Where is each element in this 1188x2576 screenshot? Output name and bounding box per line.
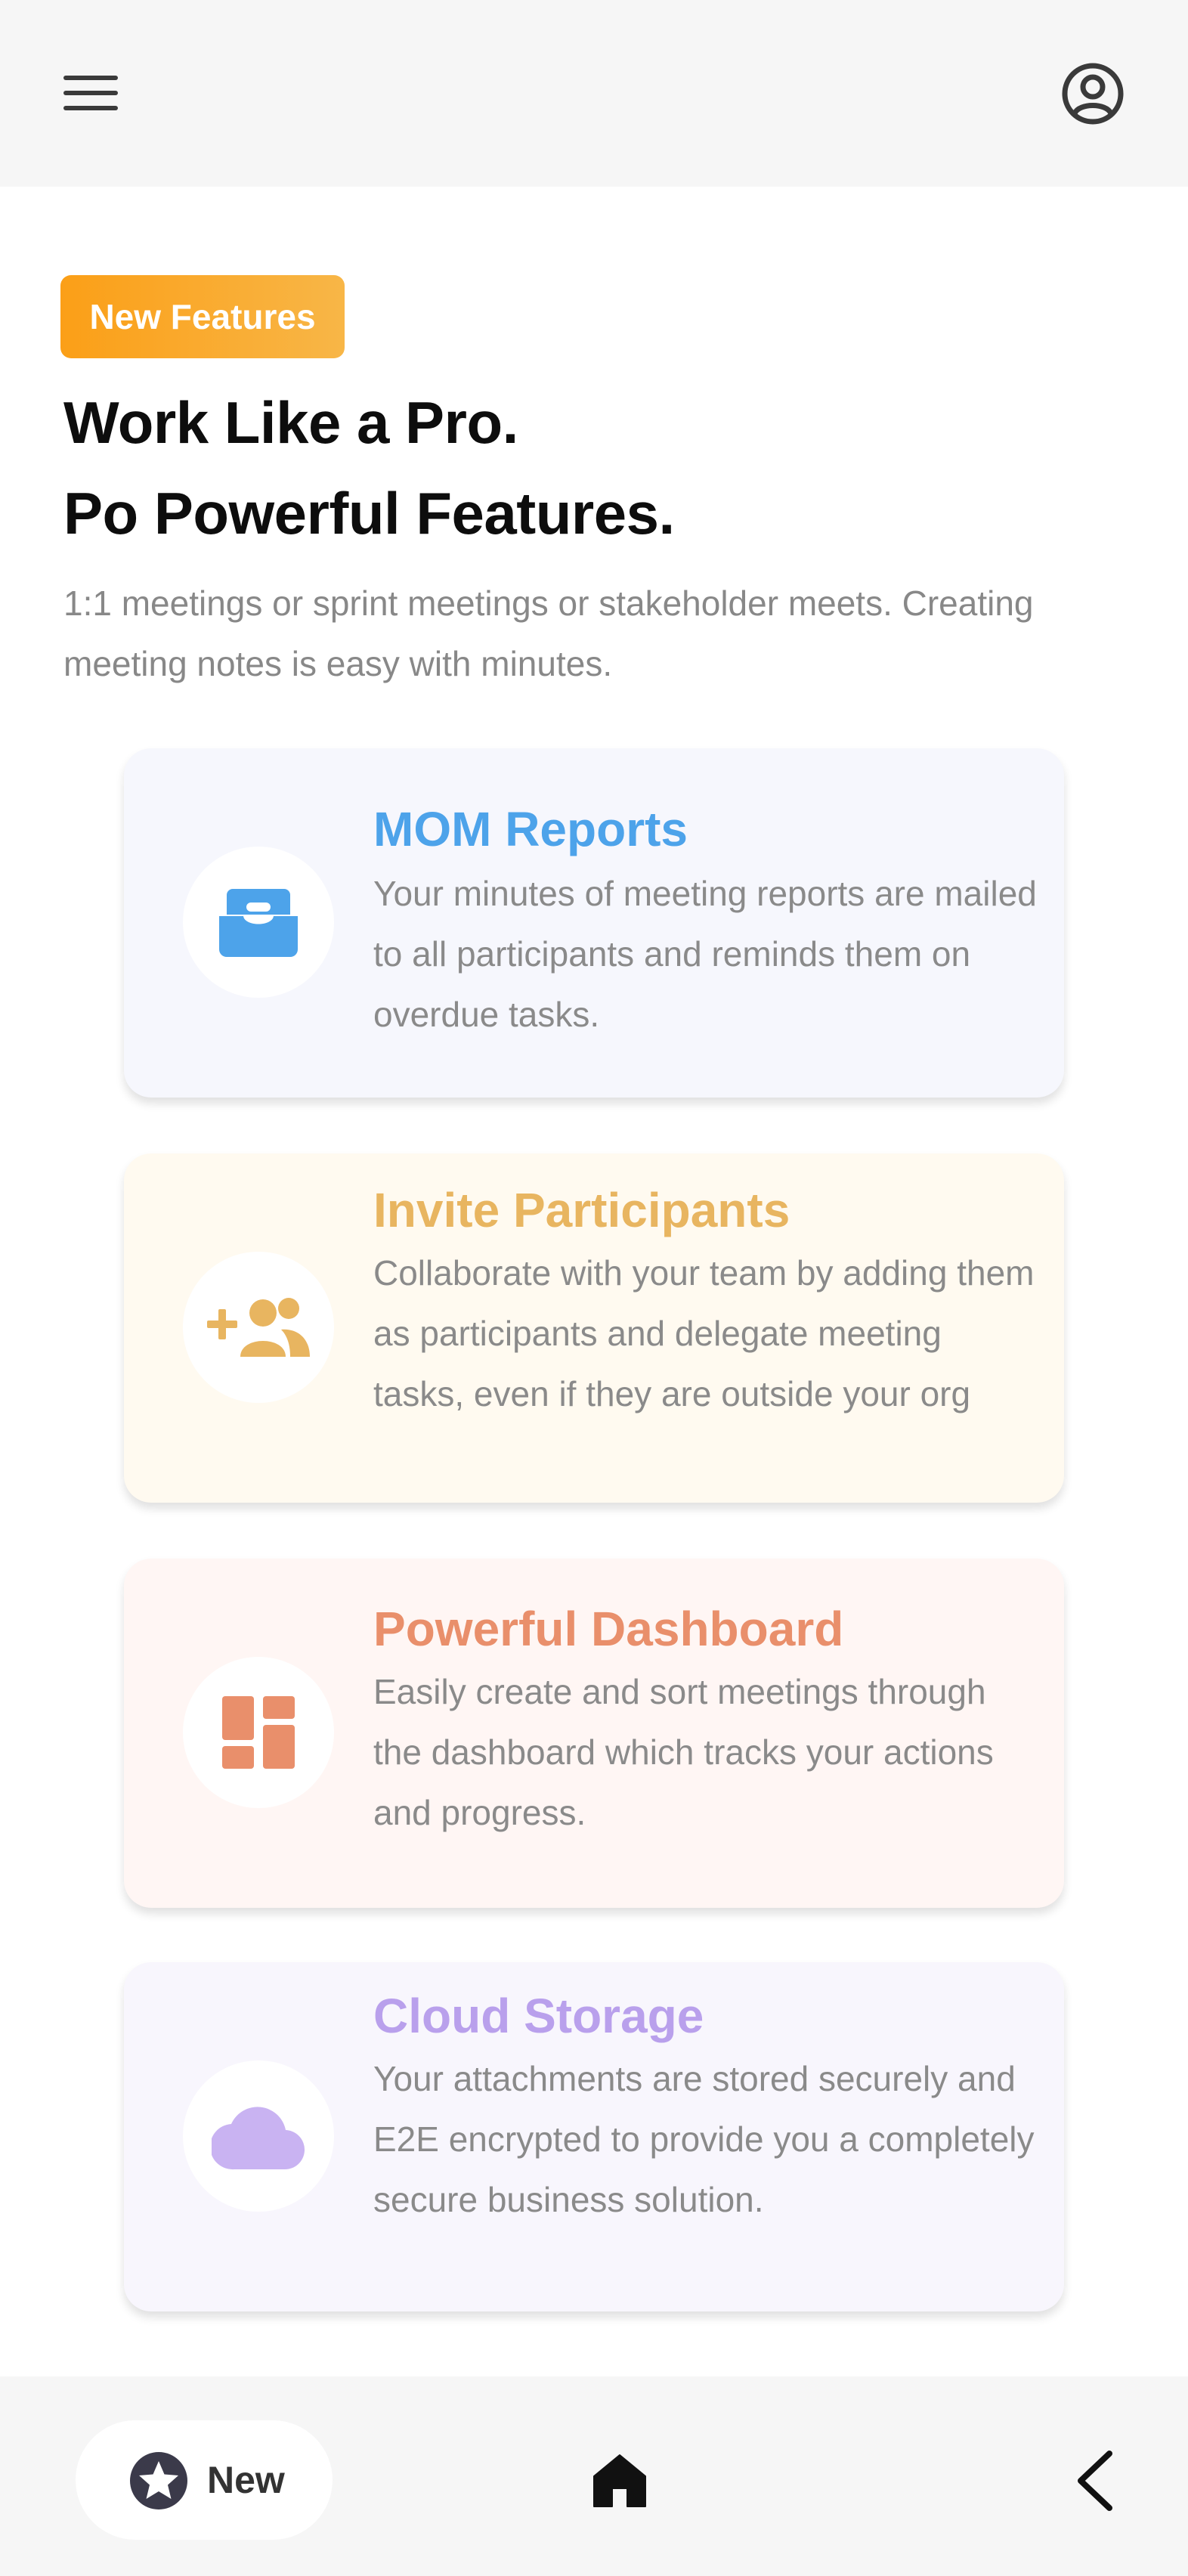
add-group-icon xyxy=(183,1252,334,1403)
page-headline-line-2: Po Powerful Features. xyxy=(63,480,675,546)
user-account-icon[interactable] xyxy=(1061,62,1125,125)
feature-title: MOM Reports xyxy=(373,802,688,856)
feature-card-mom-reports[interactable]: MOM Reports Your minutes of meeting repo… xyxy=(124,748,1064,1098)
new-button-label: New xyxy=(207,2459,285,2501)
dashboard-icon xyxy=(183,1657,334,1808)
menu-line xyxy=(63,76,118,80)
menu-line xyxy=(63,106,118,110)
feature-card-powerful-dashboard[interactable]: Powerful Dashboard Easily create and sor… xyxy=(124,1559,1064,1908)
bottom-navigation-bar: New xyxy=(0,2376,1188,2576)
page-headline-line-1: Work Like a Pro. xyxy=(63,389,518,456)
feature-title: Powerful Dashboard xyxy=(373,1602,844,1656)
menu-line xyxy=(63,91,118,95)
chevron-left-icon[interactable] xyxy=(1069,2449,1121,2513)
feature-title: Cloud Storage xyxy=(373,1989,704,2043)
new-features-badge: New Features xyxy=(60,275,345,358)
feature-description: Your minutes of meeting reports are mail… xyxy=(373,874,1037,1034)
feature-description: Your attachments are stored securely and… xyxy=(373,2059,1035,2219)
page-subtitle: 1:1 meetings or sprint meetings or stake… xyxy=(63,584,1034,683)
top-app-bar xyxy=(0,0,1188,187)
feature-card-invite-participants[interactable]: Invite Participants Collaborate with you… xyxy=(124,1153,1064,1503)
mail-inbox-icon xyxy=(183,847,334,998)
feature-description: Easily create and sort meetings through … xyxy=(373,1672,994,1832)
new-button[interactable]: New xyxy=(76,2420,333,2540)
feature-card-cloud-storage[interactable]: Cloud Storage Your attachments are store… xyxy=(124,1962,1064,2311)
star-icon xyxy=(128,2451,189,2511)
hamburger-menu-icon[interactable] xyxy=(60,73,121,115)
feature-title: Invite Participants xyxy=(373,1183,790,1237)
cloud-icon xyxy=(183,2060,334,2212)
home-icon[interactable] xyxy=(591,2452,648,2509)
feature-description: Collaborate with your team by adding the… xyxy=(373,1253,1035,1413)
